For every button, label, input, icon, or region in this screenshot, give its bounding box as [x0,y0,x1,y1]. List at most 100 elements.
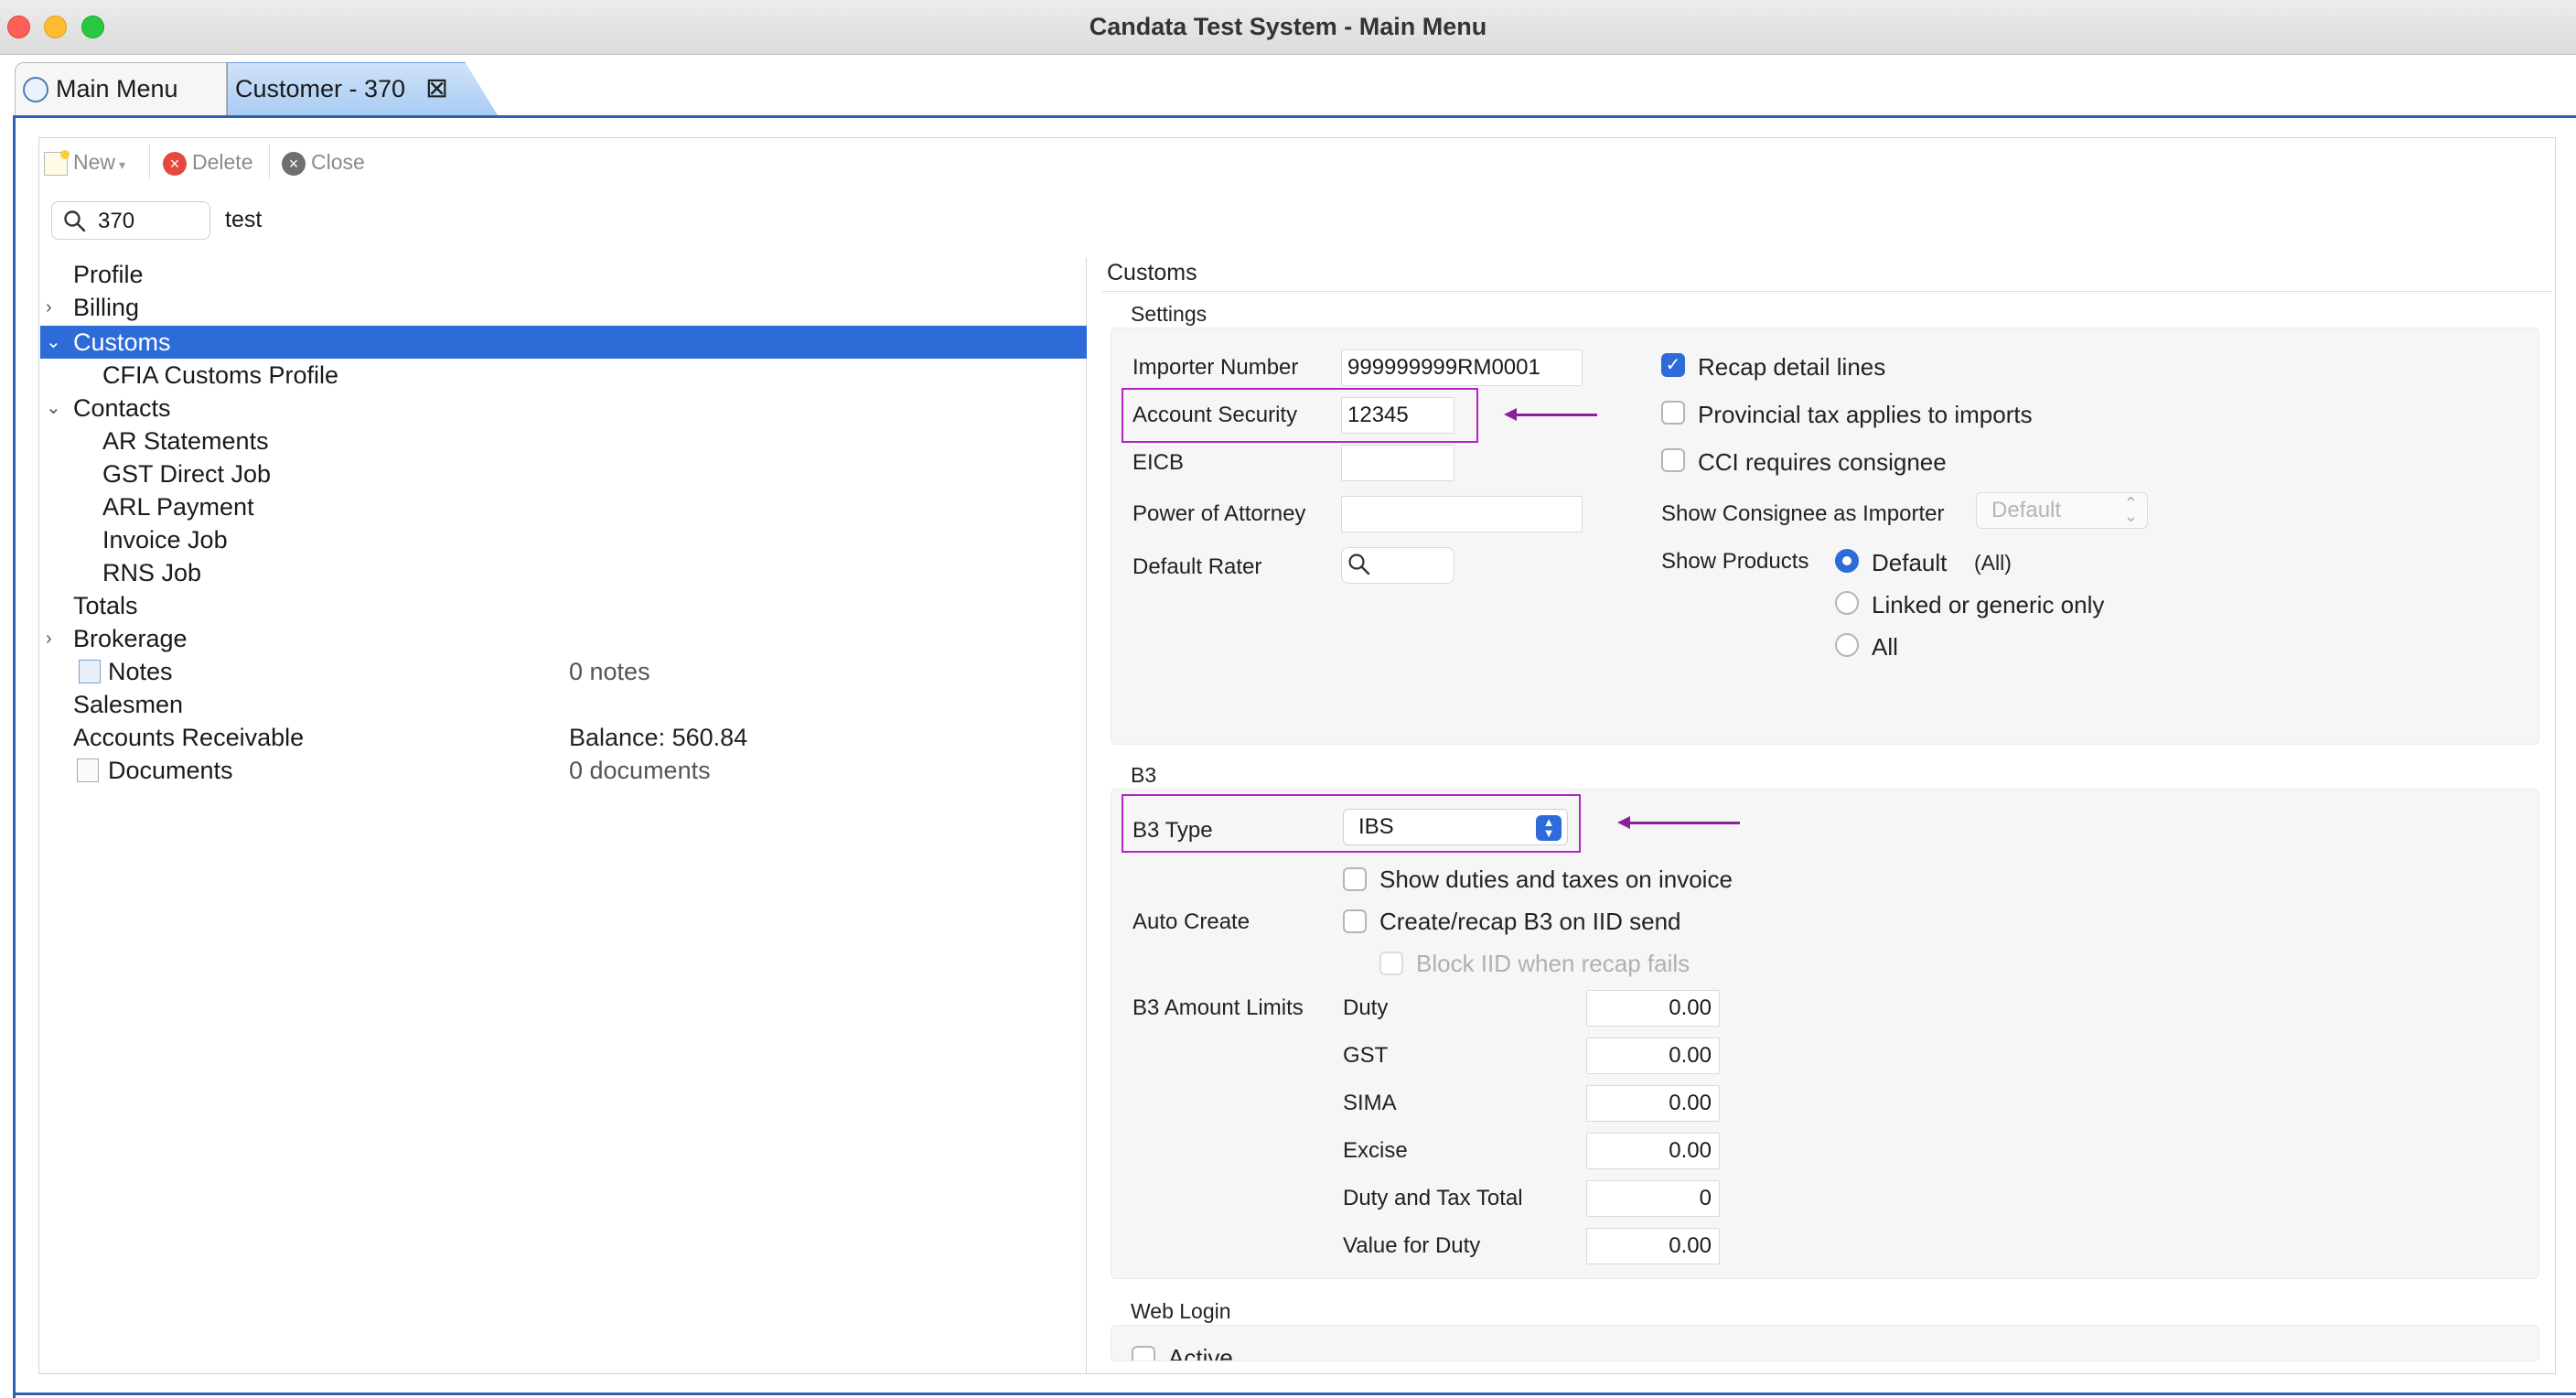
default-rater-search-input[interactable] [1341,547,1454,584]
provincial-tax-label: Provincial tax applies to imports [1698,401,2033,428]
tree-item-label: Accounts Receivable [73,724,305,751]
power-of-attorney-field[interactable] [1341,496,1583,532]
chevron-right-icon[interactable]: › [46,622,52,655]
limit-value-for-duty-field[interactable]: 0.00 [1586,1228,1720,1264]
tree-item-rns-job[interactable]: RNS Job [40,556,1087,589]
notes-count: 0 notes [569,658,650,685]
tree-item-label: Totals [73,592,138,619]
limit-duty-tax-total-label: Duty and Tax Total [1343,1186,1523,1210]
tree-item-label: Billing [73,294,140,321]
tab-strip: Main Menu Customer - 370 ⊠ [0,55,2576,117]
title-bar: Candata Test System - Main Menu [0,0,2576,55]
account-security-label: Account Security [1132,403,1298,427]
tree-item-label: Contacts [73,394,171,422]
tree-item-label: Invoice Job [102,526,228,554]
tree-item-label: Salesmen [73,691,184,718]
limit-duty-field[interactable]: 0.00 [1586,990,1720,1027]
tree-item-invoice-job[interactable]: Invoice Job [40,523,1087,556]
tree-item-label: ARL Payment [102,493,254,521]
web-login-section: Active [1111,1325,2539,1361]
tab-customer[interactable]: Customer - 370 ⊠ [227,62,498,115]
limit-value-for-duty-label: Value for Duty [1343,1233,1481,1258]
limit-gst-label: GST [1343,1043,1389,1068]
power-of-attorney-label: Power of Attorney [1132,501,1306,526]
provincial-tax-checkbox[interactable] [1661,401,1685,425]
show-duties-label: Show duties and taxes on invoice [1379,866,1733,893]
customer-name-label: test [225,207,263,232]
tree-item-profile[interactable]: Profile [40,258,1087,291]
documents-count: 0 documents [569,757,711,784]
cci-requires-consignee-label: CCI requires consignee [1698,448,1947,476]
limit-duty-tax-total-field[interactable]: 0 [1586,1180,1720,1217]
tree-item-brokerage[interactable]: › Brokerage [40,622,1087,655]
show-products-default-radio[interactable] [1835,549,1859,573]
tab-main-menu[interactable]: Main Menu [15,62,227,115]
limit-excise-label: Excise [1343,1138,1408,1163]
default-rater-label: Default Rater [1132,554,1262,579]
delete-button[interactable]: × Delete [163,146,252,177]
tree-item-arl-payment[interactable]: ARL Payment [40,490,1087,523]
limit-gst-field[interactable]: 0.00 [1586,1038,1720,1074]
tree-item-label: Customs [73,328,171,356]
cci-requires-consignee-checkbox[interactable] [1661,448,1685,472]
notes-icon [79,660,101,683]
show-consignee-value: Default [1991,498,2062,522]
new-button[interactable]: New ▾ [44,146,125,177]
importer-number-field[interactable]: 999999999RM0001 [1341,350,1583,386]
tree-item-label: Brokerage [73,625,188,652]
chevron-right-icon[interactable]: › [46,291,52,324]
show-products-all-label: All [1872,633,1898,661]
show-duties-checkbox[interactable] [1343,867,1367,891]
tree-item-customs[interactable]: ⌄ Customs [40,326,1087,359]
tree-item-totals[interactable]: Totals [40,589,1087,622]
close-tab-icon[interactable]: ⊠ [425,63,448,114]
close-button[interactable]: × Close [282,146,365,177]
block-iid-checkbox[interactable] [1379,952,1403,975]
eicb-field[interactable] [1341,445,1454,481]
stepper-icon: ▲ ▼ [1536,815,1562,841]
web-login-active-checkbox[interactable] [1132,1346,1155,1360]
chevron-down-icon[interactable]: ⌄ [46,392,61,425]
tree-item-label: AR Statements [102,427,269,455]
stepper-icon: ⌃ ⌄ [2123,494,2138,525]
tree-item-ar-statements[interactable]: AR Statements [40,425,1087,457]
delete-label: Delete [192,150,253,174]
tree-item-label: RNS Job [102,559,202,586]
tree-item-contacts[interactable]: ⌄ Contacts [40,392,1087,425]
show-products-default-label: Default [1872,549,1948,576]
frame-bottom-border [13,1393,2576,1395]
tree-item-label: Profile [73,261,144,288]
tree-item-salesmen[interactable]: Salesmen [40,688,1087,721]
chevron-down-icon[interactable]: ⌄ [46,326,61,359]
chevron-down-icon[interactable]: ▾ [119,157,125,172]
tree-item-billing[interactable]: › Billing [40,291,1087,324]
panel-divider [1101,291,2552,292]
tree-item-accounts-receivable[interactable]: Accounts Receivable Balance: 560.84 [40,721,1087,754]
tree-item-notes[interactable]: Notes 0 notes [40,655,1087,688]
customer-search-input[interactable]: 370 [51,201,210,240]
block-iid-label: Block IID when recap fails [1416,950,1690,977]
tree-item-cfia-customs-profile[interactable]: CFIA Customs Profile [40,359,1087,392]
tab-main-menu-label: Main Menu [56,75,178,102]
show-consignee-label: Show Consignee as Importer [1661,501,1945,526]
document-icon [77,758,99,782]
show-products-label: Show Products [1661,549,1809,574]
recap-detail-lines-checkbox[interactable]: ✓ [1661,353,1685,377]
show-consignee-select[interactable]: Default ⌃ ⌄ [1976,492,2148,529]
show-products-all-radio[interactable] [1835,633,1859,657]
b3-type-value: IBS [1358,814,1394,839]
show-products-linked-radio[interactable] [1835,591,1859,615]
create-recap-b3-checkbox[interactable] [1343,909,1367,933]
show-products-default-note: (All) [1974,551,2012,575]
tree-item-documents[interactable]: Documents 0 documents [40,754,1087,787]
settings-section-label: Settings [1131,302,1208,326]
limit-sima-field[interactable]: 0.00 [1586,1085,1720,1122]
search-icon [1348,554,1370,575]
account-security-field[interactable]: 12345 [1341,397,1454,434]
new-label: New [73,150,116,174]
tree-item-gst-direct-job[interactable]: GST Direct Job [40,457,1087,490]
annotation-arrow-icon [1504,408,1597,421]
b3-type-select[interactable]: IBS ▲ ▼ [1343,809,1568,845]
limit-excise-field[interactable]: 0.00 [1586,1133,1720,1169]
show-products-linked-label: Linked or generic only [1872,591,2105,618]
